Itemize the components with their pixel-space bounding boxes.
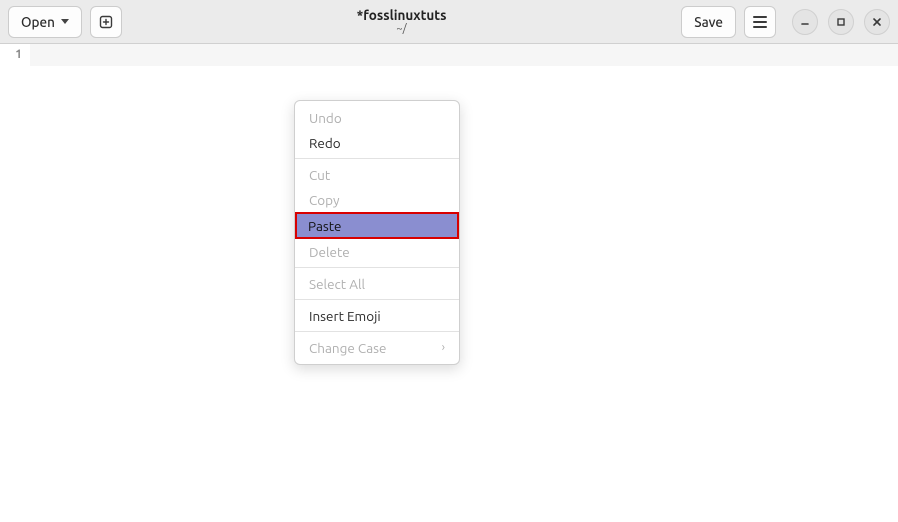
maximize-icon (836, 17, 846, 27)
menu-label-change-case: Change Case (309, 340, 386, 356)
window-title-area: *fosslinuxtuts ~/ (130, 8, 673, 35)
save-button[interactable]: Save (681, 6, 736, 38)
document-path: ~/ (130, 23, 673, 35)
close-icon (872, 17, 882, 27)
open-button[interactable]: Open (8, 6, 82, 38)
menu-separator (295, 267, 459, 268)
chevron-right-icon: › (442, 341, 445, 354)
document-title: *fosslinuxtuts (130, 8, 673, 23)
menu-label-delete: Delete (309, 244, 350, 260)
menu-item-insert-emoji[interactable]: Insert Emoji (295, 303, 459, 328)
menu-item-redo[interactable]: Redo (295, 130, 459, 155)
window-controls (792, 9, 890, 35)
menu-separator (295, 331, 459, 332)
menu-item-undo: Undo (295, 105, 459, 130)
hamburger-menu-button[interactable] (744, 6, 776, 38)
chevron-down-icon (61, 19, 69, 24)
menu-item-cut: Cut (295, 162, 459, 187)
menu-separator (295, 299, 459, 300)
menu-item-select-all: Select All (295, 271, 459, 296)
menu-separator (295, 158, 459, 159)
minimize-button[interactable] (792, 9, 818, 35)
titlebar: Open *fosslinuxtuts ~/ Save (0, 0, 898, 44)
menu-label-select-all: Select All (309, 276, 365, 292)
menu-item-delete: Delete (295, 239, 459, 264)
line-number-gutter: 1 (0, 44, 30, 522)
minimize-icon (800, 17, 810, 27)
editor-area[interactable]: 1 Undo Redo Cut Copy Paste Delete Select… (0, 44, 898, 522)
line-number: 1 (0, 48, 22, 61)
menu-label-copy: Copy (309, 192, 340, 208)
maximize-button[interactable] (828, 9, 854, 35)
menu-label-insert-emoji: Insert Emoji (309, 308, 381, 324)
menu-item-change-case: Change Case › (295, 335, 459, 360)
hamburger-icon (753, 16, 767, 28)
save-label: Save (694, 14, 723, 30)
menu-label-cut: Cut (309, 167, 330, 183)
new-tab-button[interactable] (90, 6, 122, 38)
current-line-highlight (30, 44, 898, 66)
menu-label-paste: Paste (308, 218, 341, 234)
menu-label-redo: Redo (309, 135, 341, 151)
open-label: Open (21, 14, 55, 30)
menu-label-undo: Undo (309, 110, 342, 126)
menu-item-paste[interactable]: Paste (295, 212, 459, 239)
context-menu: Undo Redo Cut Copy Paste Delete Select A… (294, 100, 460, 365)
menu-item-copy: Copy (295, 187, 459, 212)
new-tab-icon (98, 14, 114, 30)
close-button[interactable] (864, 9, 890, 35)
